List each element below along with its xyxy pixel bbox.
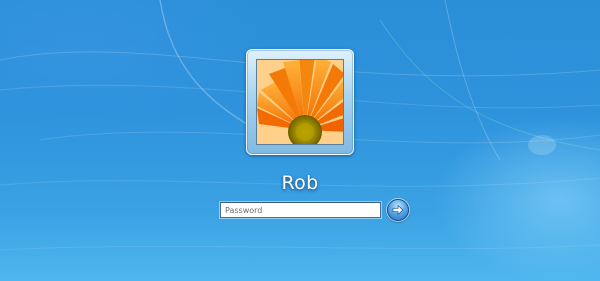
submit-login-button[interactable] xyxy=(387,199,409,221)
user-name-label: Rob xyxy=(281,172,319,194)
avatar-flower-icon xyxy=(256,59,344,145)
arrow-right-icon xyxy=(392,204,404,216)
login-screen: Rob xyxy=(0,0,600,281)
password-input[interactable] xyxy=(220,202,381,218)
user-avatar-frame[interactable] xyxy=(246,49,354,155)
